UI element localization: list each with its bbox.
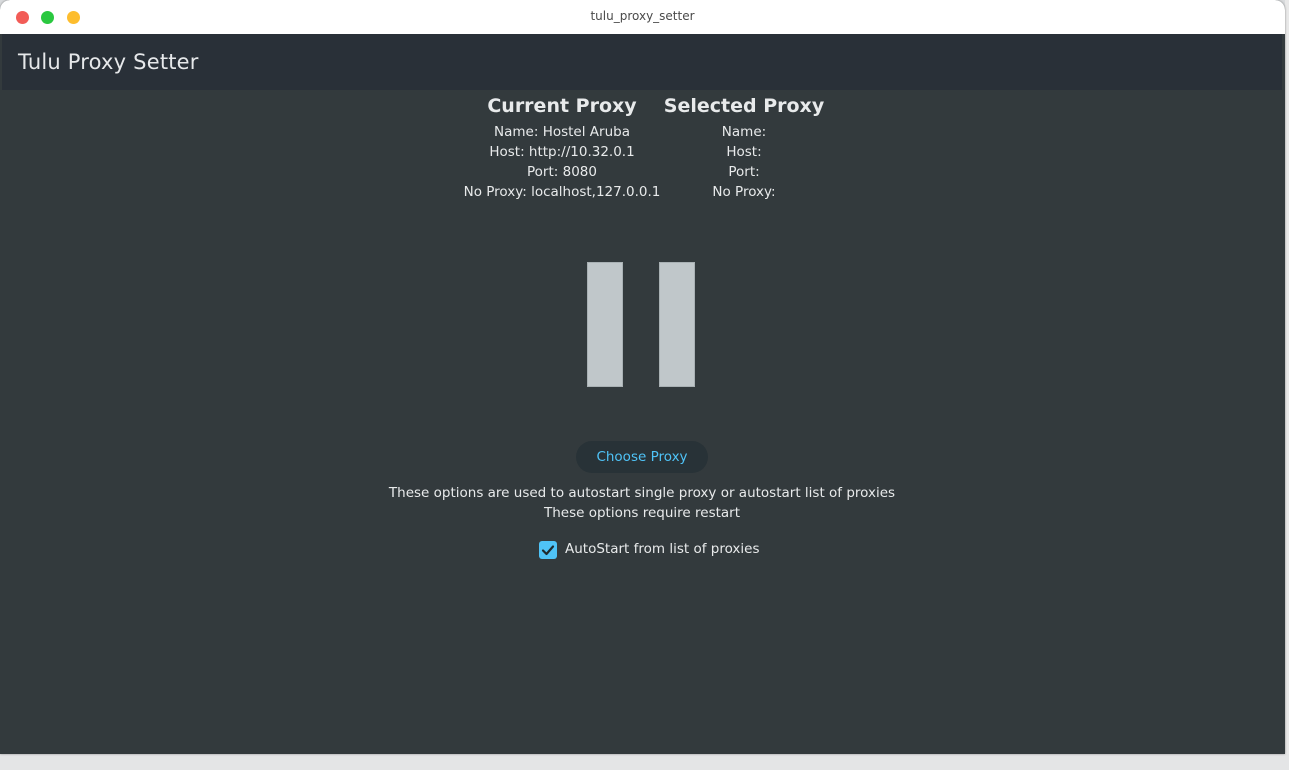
window-titlebar[interactable]: tulu_proxy_setter xyxy=(0,0,1285,34)
selected-proxy-heading: Selected Proxy xyxy=(663,95,825,117)
app-window: tulu_proxy_setter Tulu Proxy Setter Curr… xyxy=(0,0,1285,754)
restart-info-text: These options require restart xyxy=(543,505,741,521)
current-proxy-no-proxy: No Proxy: localhost,127.0.0.1 xyxy=(463,184,661,200)
main-content: Current Proxy Name: Hostel Aruba Host: h… xyxy=(2,90,1282,754)
pause-bar-right[interactable] xyxy=(659,262,695,387)
selected-proxy-port: Port: xyxy=(728,164,760,180)
autostart-label: AutoStart from list of proxies xyxy=(565,541,760,557)
desktop-edge xyxy=(1285,0,1289,770)
selected-proxy-no-proxy: No Proxy: xyxy=(712,184,776,200)
pause-bar-left[interactable] xyxy=(587,262,623,387)
current-proxy-panel: Current Proxy Name: Hostel Aruba Host: h… xyxy=(462,94,662,202)
app-bar: Tulu Proxy Setter xyxy=(2,34,1282,90)
current-proxy-port: Port: 8080 xyxy=(527,164,597,180)
autostart-checkbox[interactable] xyxy=(539,541,557,559)
selected-proxy-name: Name: xyxy=(721,124,767,140)
app-title: Tulu Proxy Setter xyxy=(18,50,199,74)
current-proxy-name: Name: Hostel Aruba xyxy=(494,124,630,140)
autostart-info-text: These options are used to autostart sing… xyxy=(388,485,896,501)
current-proxy-host: Host: http://10.32.0.1 xyxy=(489,144,635,160)
desktop-bottom-strip xyxy=(0,754,1289,770)
current-proxy-heading: Current Proxy xyxy=(487,95,637,117)
choose-proxy-button[interactable]: Choose Proxy xyxy=(576,441,708,473)
checkmark-icon xyxy=(541,545,555,556)
window-title: tulu_proxy_setter xyxy=(590,9,695,23)
selected-proxy-host: Host: xyxy=(726,144,762,160)
selected-proxy-panel: Selected Proxy Name: Host: Port: No Prox… xyxy=(658,94,830,202)
